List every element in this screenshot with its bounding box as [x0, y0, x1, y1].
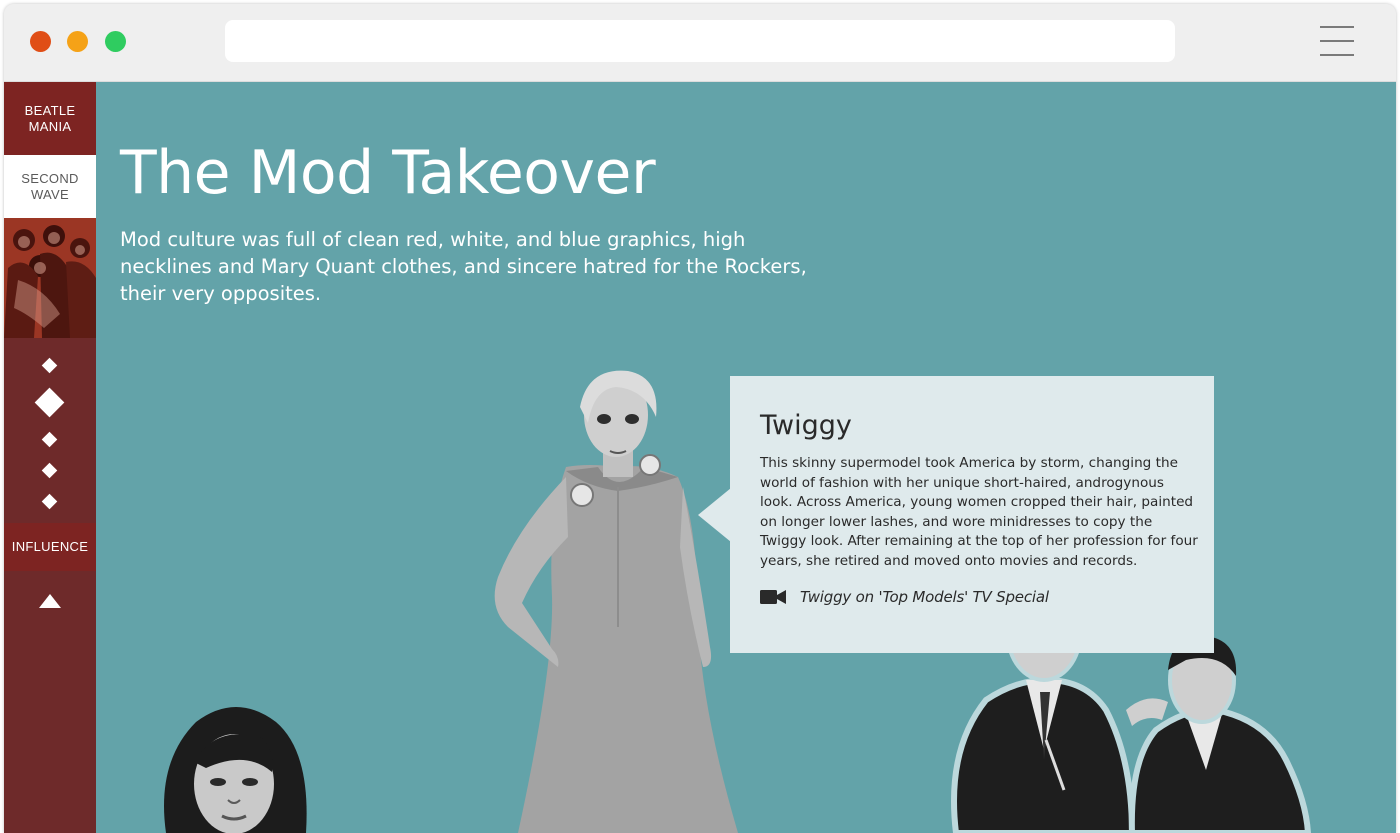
sidebar-item-beatlemania[interactable]: BEATLE MANIA [4, 82, 96, 155]
section-dot-3[interactable] [41, 431, 58, 448]
menu-line [1320, 40, 1354, 42]
browser-window: BEATLE MANIA SECOND WAVE INFLUENCE The M… [4, 4, 1396, 833]
section-dot-5[interactable] [41, 493, 58, 510]
menu-line [1320, 54, 1354, 56]
card-body: This skinny supermodel took America by s… [760, 455, 1198, 569]
band-photo-thumbnail[interactable] [4, 218, 96, 338]
info-card-twiggy: Twiggy This skinny supermodel took Ameri… [730, 376, 1214, 653]
sidebar-item-label: INFLUENCE [11, 539, 89, 554]
card-title: Twiggy [760, 410, 852, 441]
page-title: The Mod Takeover [120, 138, 656, 208]
sidebar-item-influence[interactable]: INFLUENCE [4, 523, 96, 571]
hamburger-menu-icon[interactable] [1320, 26, 1354, 56]
video-camera-icon [760, 590, 786, 604]
section-dot-2-active[interactable] [34, 387, 65, 418]
video-link-label: Twiggy on 'Top Models' TV Special [800, 588, 1049, 606]
browser-toolbar [4, 4, 1396, 82]
maximize-window-button[interactable] [105, 31, 126, 52]
main-content: The Mod Takeover Mod culture was full of… [96, 82, 1396, 833]
woman-portrait-photo [164, 707, 307, 833]
video-link[interactable]: Twiggy on 'Top Models' TV Special [760, 588, 1049, 606]
up-arrow-icon[interactable] [39, 594, 61, 608]
sidebar-item-second-wave[interactable]: SECOND WAVE [4, 155, 96, 218]
section-dot-4[interactable] [41, 462, 58, 479]
sidebar-item-label: SECOND WAVE [21, 170, 79, 202]
sidebar-nav: BEATLE MANIA SECOND WAVE INFLUENCE [4, 82, 96, 833]
address-bar[interactable] [225, 20, 1175, 62]
section-dot-1[interactable] [41, 357, 58, 374]
minimize-window-button[interactable] [67, 31, 88, 52]
menu-line [1320, 26, 1354, 28]
close-window-button[interactable] [30, 31, 51, 52]
band-photo-icon [4, 218, 96, 338]
sidebar-item-label: BEATLE MANIA [24, 102, 76, 134]
page-subtitle: Mod culture was full of clean red, white… [120, 228, 807, 305]
card-pointer [698, 488, 731, 542]
